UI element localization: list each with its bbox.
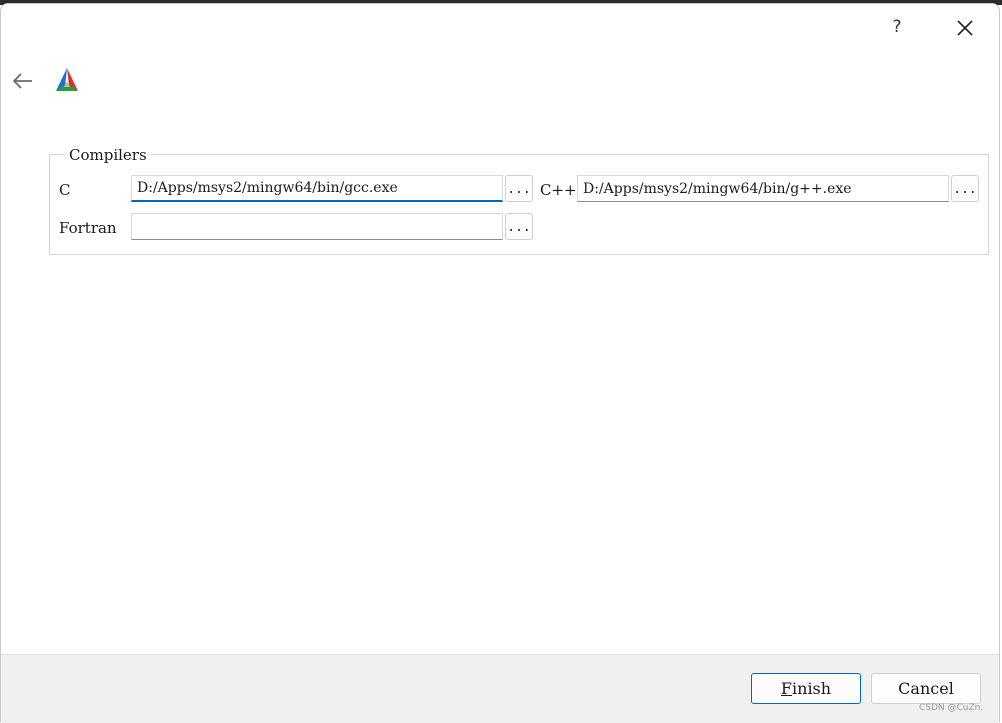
- c-compiler-label: C: [59, 181, 71, 199]
- close-icon: [957, 20, 973, 36]
- cpp-compiler-field[interactable]: [577, 175, 949, 202]
- back-button[interactable]: [10, 68, 36, 94]
- arrow-left-icon: [13, 73, 32, 89]
- compilers-group-title: Compilers: [65, 146, 151, 164]
- cpp-compiler-browse-button[interactable]: ...: [951, 175, 979, 202]
- compilers-group: Compilers C ... C++ ... Fortran ...: [49, 146, 989, 255]
- finish-label: inish: [792, 679, 832, 698]
- c-compiler-browse-button[interactable]: ...: [505, 175, 533, 202]
- help-button[interactable]: ?: [885, 15, 909, 39]
- fortran-compiler-label: Fortran: [59, 219, 117, 237]
- cmake-logo-icon: [53, 66, 81, 94]
- fortran-compiler-field[interactable]: [131, 213, 503, 240]
- cpp-compiler-label: C++: [540, 181, 577, 199]
- cmake-compiler-dialog: ? Compilers C ... C++ ... Fortran ... Fi…: [0, 3, 1000, 723]
- close-button[interactable]: [953, 16, 977, 40]
- watermark: CSDN @CuZn.: [919, 703, 984, 713]
- finish-button[interactable]: Finish: [751, 673, 861, 704]
- finish-mnemonic: F: [780, 679, 793, 698]
- cancel-button[interactable]: Cancel: [871, 673, 981, 704]
- fortran-compiler-browse-button[interactable]: ...: [505, 213, 533, 240]
- dialog-footer: Finish Cancel: [1, 654, 999, 723]
- c-compiler-field[interactable]: [131, 175, 503, 202]
